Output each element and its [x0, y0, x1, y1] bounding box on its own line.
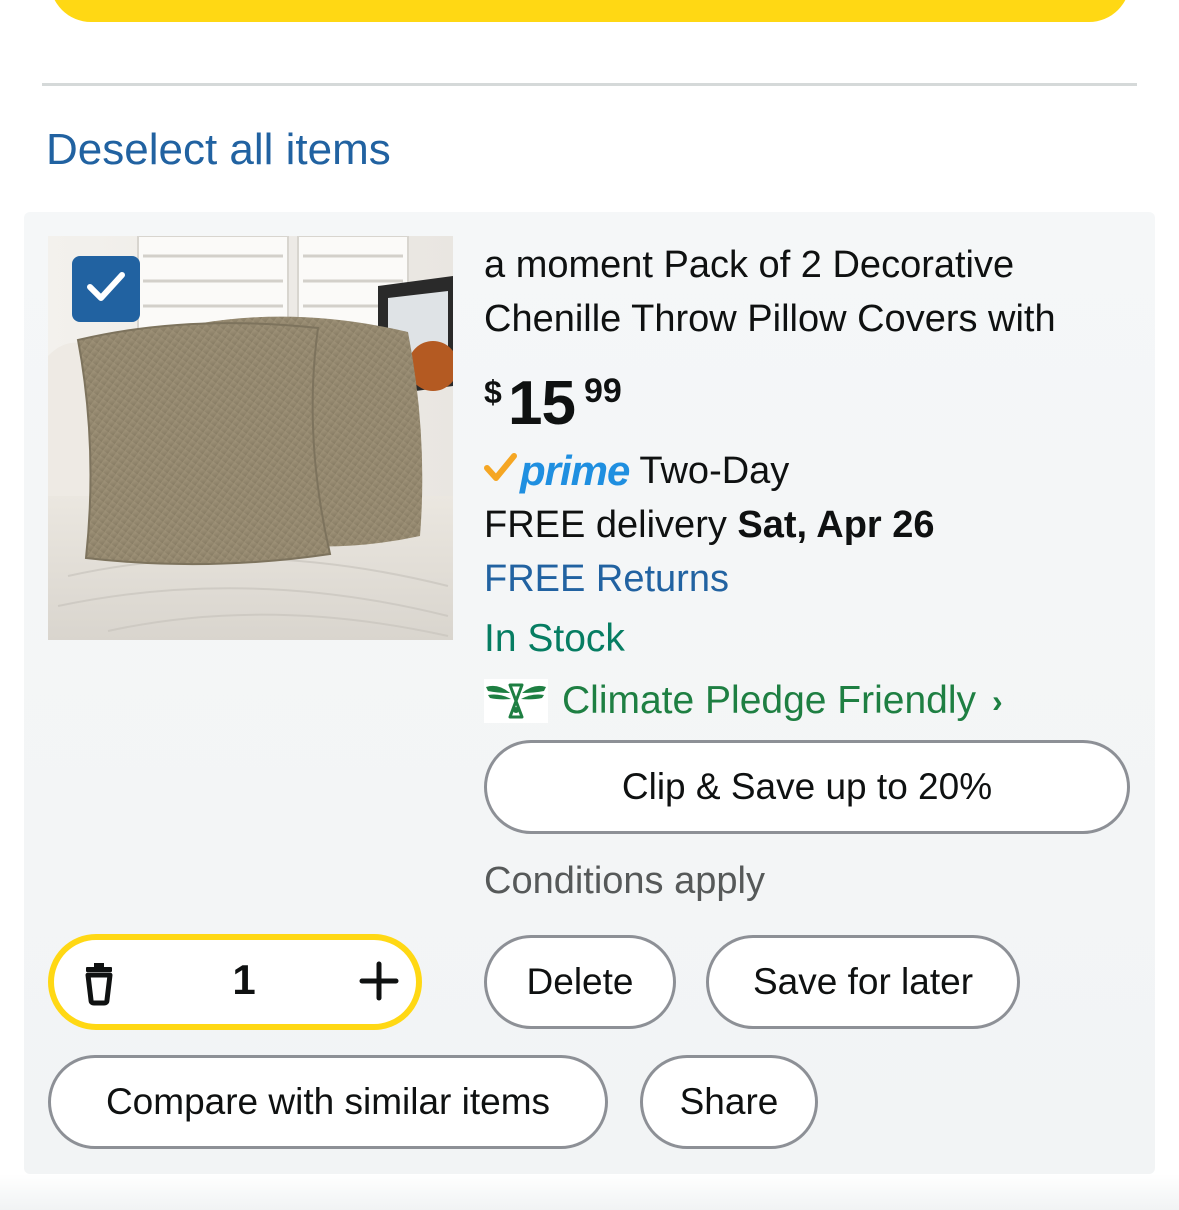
prime-word: prime: [520, 447, 630, 494]
trash-icon[interactable]: [78, 958, 128, 1008]
deselect-all-link[interactable]: Deselect all items: [46, 120, 391, 180]
delivery-info: FREE delivery Sat, Apr 26: [484, 500, 935, 550]
quantity-stepper: 1: [48, 934, 422, 1030]
quantity-value: 1: [232, 956, 256, 1003]
divider: [42, 83, 1137, 86]
coupon-conditions: Conditions apply: [484, 860, 765, 902]
bottom-shade: [0, 1174, 1179, 1210]
delete-button[interactable]: Delete: [484, 935, 676, 1029]
share-button[interactable]: Share: [640, 1055, 818, 1149]
checkmark-icon: [86, 270, 126, 309]
plus-icon[interactable]: [354, 956, 404, 1006]
climate-pledge-link[interactable]: Climate Pledge Friendly ›: [484, 676, 1003, 726]
climate-pledge-icon: [484, 679, 548, 723]
price-fraction: 99: [584, 372, 622, 410]
prime-logo: prime: [484, 447, 630, 495]
free-returns-link[interactable]: FREE Returns: [484, 554, 729, 604]
compare-similar-button[interactable]: Compare with similar items: [48, 1055, 608, 1149]
proceed-to-checkout-button[interactable]: [50, 0, 1130, 22]
product-title[interactable]: a moment Pack of 2 Decorative Chenille T…: [484, 238, 1144, 346]
stock-status: In Stock: [484, 617, 625, 660]
select-item-checkbox[interactable]: [72, 256, 140, 322]
prime-badge: prime Two-Day: [484, 444, 789, 498]
save-for-later-button[interactable]: Save for later: [706, 935, 1020, 1029]
delivery-date: Sat, Apr 26: [737, 504, 935, 546]
prime-speed: Two-Day: [639, 449, 790, 492]
price-currency: $: [484, 374, 502, 410]
chevron-right-icon: ›: [992, 682, 1003, 719]
climate-pledge-label: Climate Pledge Friendly: [562, 679, 977, 722]
prime-check-icon: [484, 452, 518, 491]
clip-coupon-button[interactable]: Clip & Save up to 20%: [484, 740, 1130, 834]
price-whole: 15: [508, 369, 576, 438]
delivery-prefix: FREE delivery: [484, 504, 727, 546]
